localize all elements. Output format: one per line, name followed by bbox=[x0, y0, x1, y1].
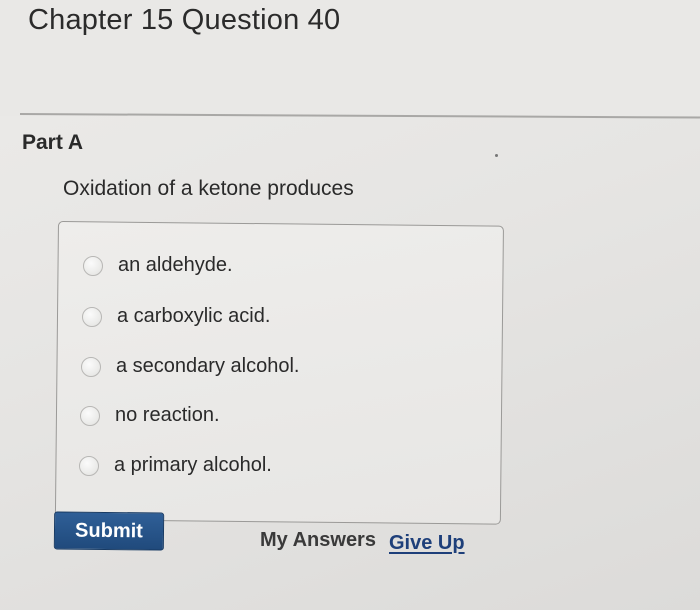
choice-carboxylic-acid[interactable]: a carboxylic acid. bbox=[82, 305, 270, 328]
choice-label: a secondary alcohol. bbox=[116, 355, 300, 377]
page-header: Chapter 15 Question 40 bbox=[0, 0, 700, 116]
radio-button[interactable] bbox=[79, 455, 99, 476]
question-text: Oxidation of a ketone produces bbox=[63, 177, 354, 200]
choice-secondary-alcohol[interactable]: a secondary alcohol. bbox=[81, 355, 299, 378]
choice-label: an aldehyde. bbox=[118, 254, 233, 276]
page-title: Chapter 15 Question 40 bbox=[28, 4, 341, 36]
radio-button[interactable] bbox=[80, 405, 100, 426]
choice-aldehyde[interactable]: an aldehyde. bbox=[83, 254, 233, 277]
submit-button[interactable]: Submit bbox=[53, 511, 165, 551]
choice-no-reaction[interactable]: no reaction. bbox=[80, 404, 220, 427]
radio-button[interactable] bbox=[83, 255, 103, 276]
my-answers-link[interactable]: My Answers bbox=[260, 529, 376, 552]
part-label: Part A bbox=[22, 131, 84, 154]
decorative-dot bbox=[495, 154, 498, 157]
choice-label: a carboxylic acid. bbox=[117, 305, 271, 327]
radio-button[interactable] bbox=[82, 306, 102, 327]
choice-label: a primary alcohol. bbox=[114, 454, 272, 476]
choice-label: no reaction. bbox=[115, 404, 220, 426]
radio-button[interactable] bbox=[81, 356, 101, 377]
choice-primary-alcohol[interactable]: a primary alcohol. bbox=[79, 454, 272, 477]
give-up-link[interactable]: Give Up bbox=[389, 532, 465, 555]
